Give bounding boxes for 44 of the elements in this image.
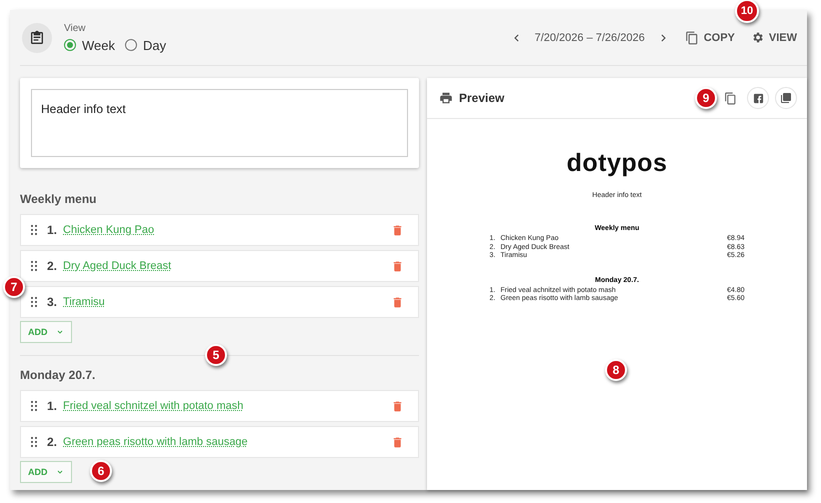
drag-handle-icon <box>30 400 38 412</box>
callout-badge: 5 <box>205 344 227 366</box>
menu-item-row[interactable]: 1. Chicken Kung Pao <box>20 214 419 246</box>
drag-handle-icon <box>30 224 38 236</box>
callout-badge: 10 <box>735 0 759 22</box>
section-title: Weekly menu <box>20 192 98 206</box>
settings-icon <box>750 31 764 44</box>
trash-icon <box>391 400 404 412</box>
facebook-icon[interactable] <box>747 87 769 109</box>
trash-icon <box>391 260 404 272</box>
item-number: 2. <box>47 259 58 273</box>
header-info-field[interactable]: Header info text <box>31 89 408 157</box>
item-number: 3. <box>47 295 58 309</box>
callout-badge: 8 <box>605 359 627 381</box>
printer-icon <box>439 91 453 105</box>
menu-item-row[interactable]: 2. Green peas risotto with lamb sausage <box>20 426 419 458</box>
trash-icon <box>391 296 404 308</box>
drag-handle-icon <box>30 260 38 272</box>
view-radio[interactable]: Week <box>64 38 115 52</box>
preview-title: Preview <box>459 91 504 105</box>
drag-handle-icon <box>30 436 38 448</box>
callout-badge: 9 <box>695 87 717 109</box>
section-title: Monday 20.7. <box>20 368 96 382</box>
menu-item-row[interactable]: 3. Tiramisu <box>20 286 419 318</box>
drag-handle-icon <box>30 296 38 308</box>
item-number: 1. <box>47 223 58 237</box>
view-radio[interactable]: Day <box>125 38 166 52</box>
copy-icon <box>684 30 699 44</box>
caret-icon <box>56 328 64 336</box>
clipboard-icon[interactable] <box>22 22 52 52</box>
date-range: 7/20/2026 – 7/26/2026 <box>534 32 645 44</box>
menu-item-row[interactable]: 2. Dry Aged Duck Breast <box>20 250 419 282</box>
copy-button[interactable]: COPY <box>682 28 737 46</box>
view-button[interactable]: VIEW <box>748 29 799 46</box>
item-number: 2. <box>47 435 58 449</box>
item-number: 1. <box>47 399 58 413</box>
menu-item-row[interactable]: 1. Fried veal schnitzel with potato mash <box>20 390 419 422</box>
trash-icon <box>391 224 404 236</box>
caret-icon <box>56 468 64 476</box>
view-label: View <box>64 22 86 34</box>
trash-icon <box>391 436 404 448</box>
logo: dotypos <box>566 149 668 178</box>
callout-badge: 6 <box>90 460 112 482</box>
callout-badge: 7 <box>3 276 25 298</box>
